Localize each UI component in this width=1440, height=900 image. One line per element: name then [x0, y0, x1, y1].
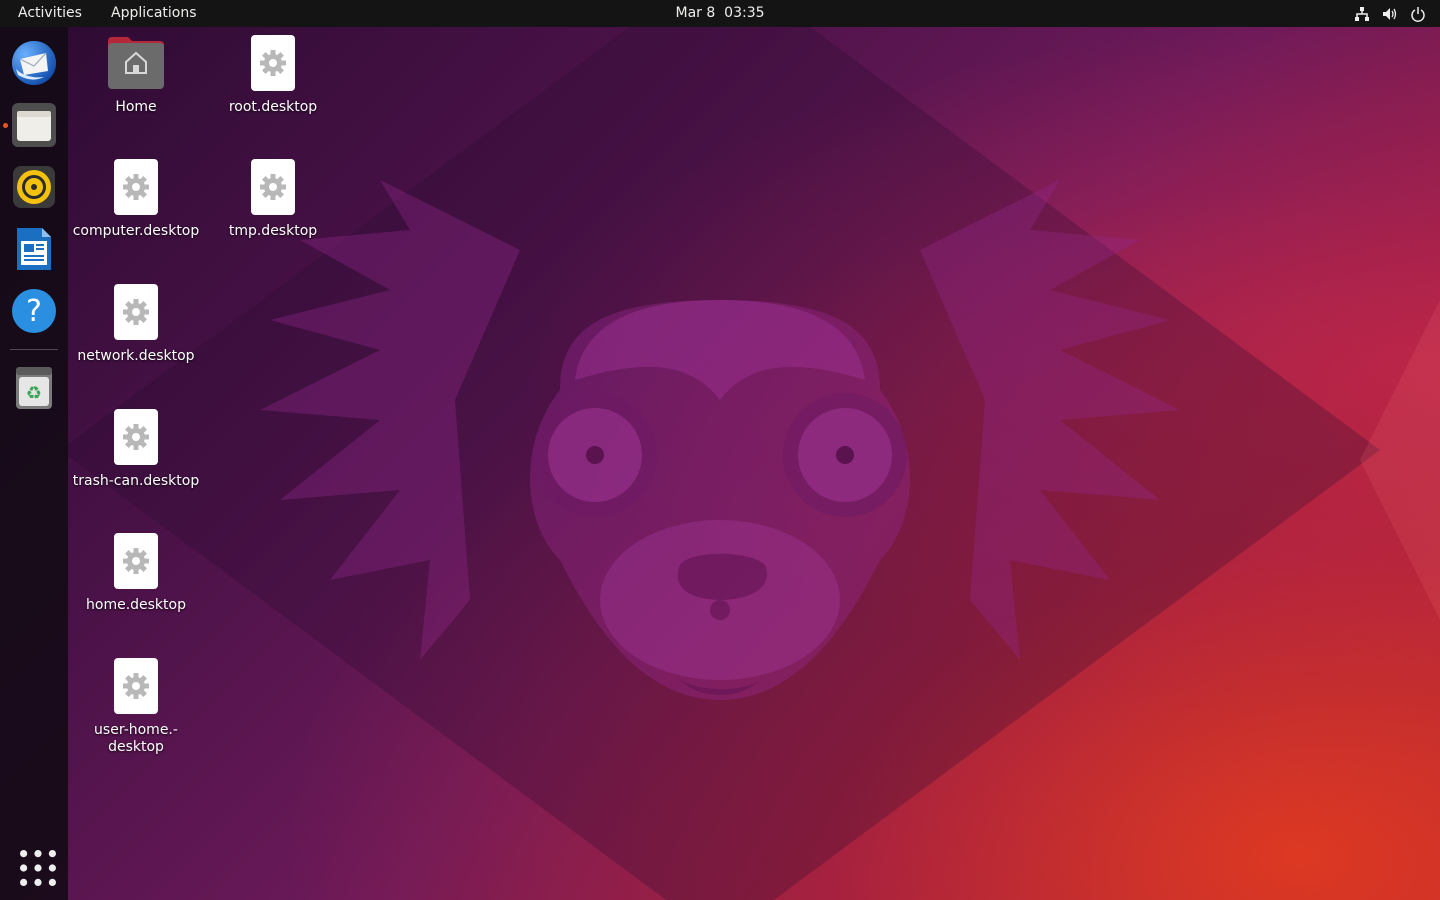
- applications-menu[interactable]: Applications: [111, 0, 197, 27]
- wallpaper-mascot-art: [60, 0, 1440, 900]
- desktop-icon-home[interactable]: Home: [71, 35, 201, 116]
- clock[interactable]: Mar 8 03:35: [675, 5, 764, 21]
- dock-item-thunderbird[interactable]: [10, 39, 58, 87]
- trash-icon: ♻: [10, 363, 58, 411]
- dock: ? ♻: [0, 27, 68, 900]
- desktop-icon-label: root.desktop: [228, 99, 318, 115]
- desktop-file-gear-icon: [108, 284, 164, 340]
- dock-item-files[interactable]: [10, 101, 58, 149]
- dock-separator: [10, 349, 58, 350]
- desktop-icon-computer-desktop[interactable]: computer.desktop: [71, 159, 201, 240]
- rhythmbox-icon: [10, 163, 58, 211]
- desktop-file-gear-icon: [108, 409, 164, 465]
- desktop-wallpaper: [0, 0, 1440, 900]
- system-tray[interactable]: [1354, 0, 1426, 27]
- desktop-icon-root-desktop[interactable]: root.desktop: [208, 35, 338, 116]
- desktop-icon-tmp-desktop[interactable]: tmp.desktop: [208, 159, 338, 240]
- libreoffice-writer-icon: [10, 225, 58, 273]
- running-indicator: [3, 123, 8, 128]
- desktop-file-gear-icon: [245, 159, 301, 215]
- desktop-file-gear-icon: [108, 533, 164, 589]
- clock-container: Mar 8 03:35: [0, 0, 1440, 27]
- show-applications-button[interactable]: [14, 844, 56, 886]
- desktop-icon-network-desktop[interactable]: network.desktop: [71, 284, 201, 365]
- dock-item-rhythmbox[interactable]: [10, 163, 58, 211]
- desktop-icon-label: user-home.- desktop: [94, 722, 178, 755]
- desktop-icon-home-desktop[interactable]: home.desktop: [71, 533, 201, 614]
- help-icon: ?: [10, 287, 58, 335]
- svg-text:♻: ♻: [26, 383, 42, 404]
- dock-item-libreoffice-writer[interactable]: [10, 225, 58, 273]
- power-icon[interactable]: [1410, 6, 1426, 22]
- svg-text:?: ?: [26, 294, 42, 329]
- desktop-icon-trash-can-desktop[interactable]: trash-can.desktop: [71, 409, 201, 490]
- desktop-icon-label: computer.desktop: [72, 223, 200, 239]
- home-folder-icon: [108, 35, 164, 91]
- desktop-file-gear-icon: [245, 35, 301, 91]
- volume-icon[interactable]: [1382, 6, 1398, 22]
- app-grid-icon: [14, 844, 56, 892]
- dock-item-trash[interactable]: ♻: [10, 363, 58, 411]
- network-icon[interactable]: [1354, 6, 1370, 22]
- desktop-icon-label: trash-can.desktop: [72, 473, 200, 489]
- desktop-file-gear-icon: [108, 658, 164, 714]
- desktop-icon-label: Home: [115, 99, 157, 115]
- desktop-icon-label: network.desktop: [77, 348, 195, 364]
- desktop-icon-user-home-desktop[interactable]: user-home.- desktop: [71, 658, 201, 756]
- files-icon: [10, 101, 58, 149]
- desktop-icon-label: home.desktop: [86, 597, 186, 613]
- thunderbird-mail-icon: [10, 39, 58, 87]
- activities-button[interactable]: Activities: [18, 0, 82, 27]
- desktop-icon-label: tmp.desktop: [228, 223, 318, 239]
- dock-item-help[interactable]: ?: [10, 287, 58, 335]
- desktop-file-gear-icon: [108, 159, 164, 215]
- top-bar: Activities Applications Mar 8 03:35: [0, 0, 1440, 27]
